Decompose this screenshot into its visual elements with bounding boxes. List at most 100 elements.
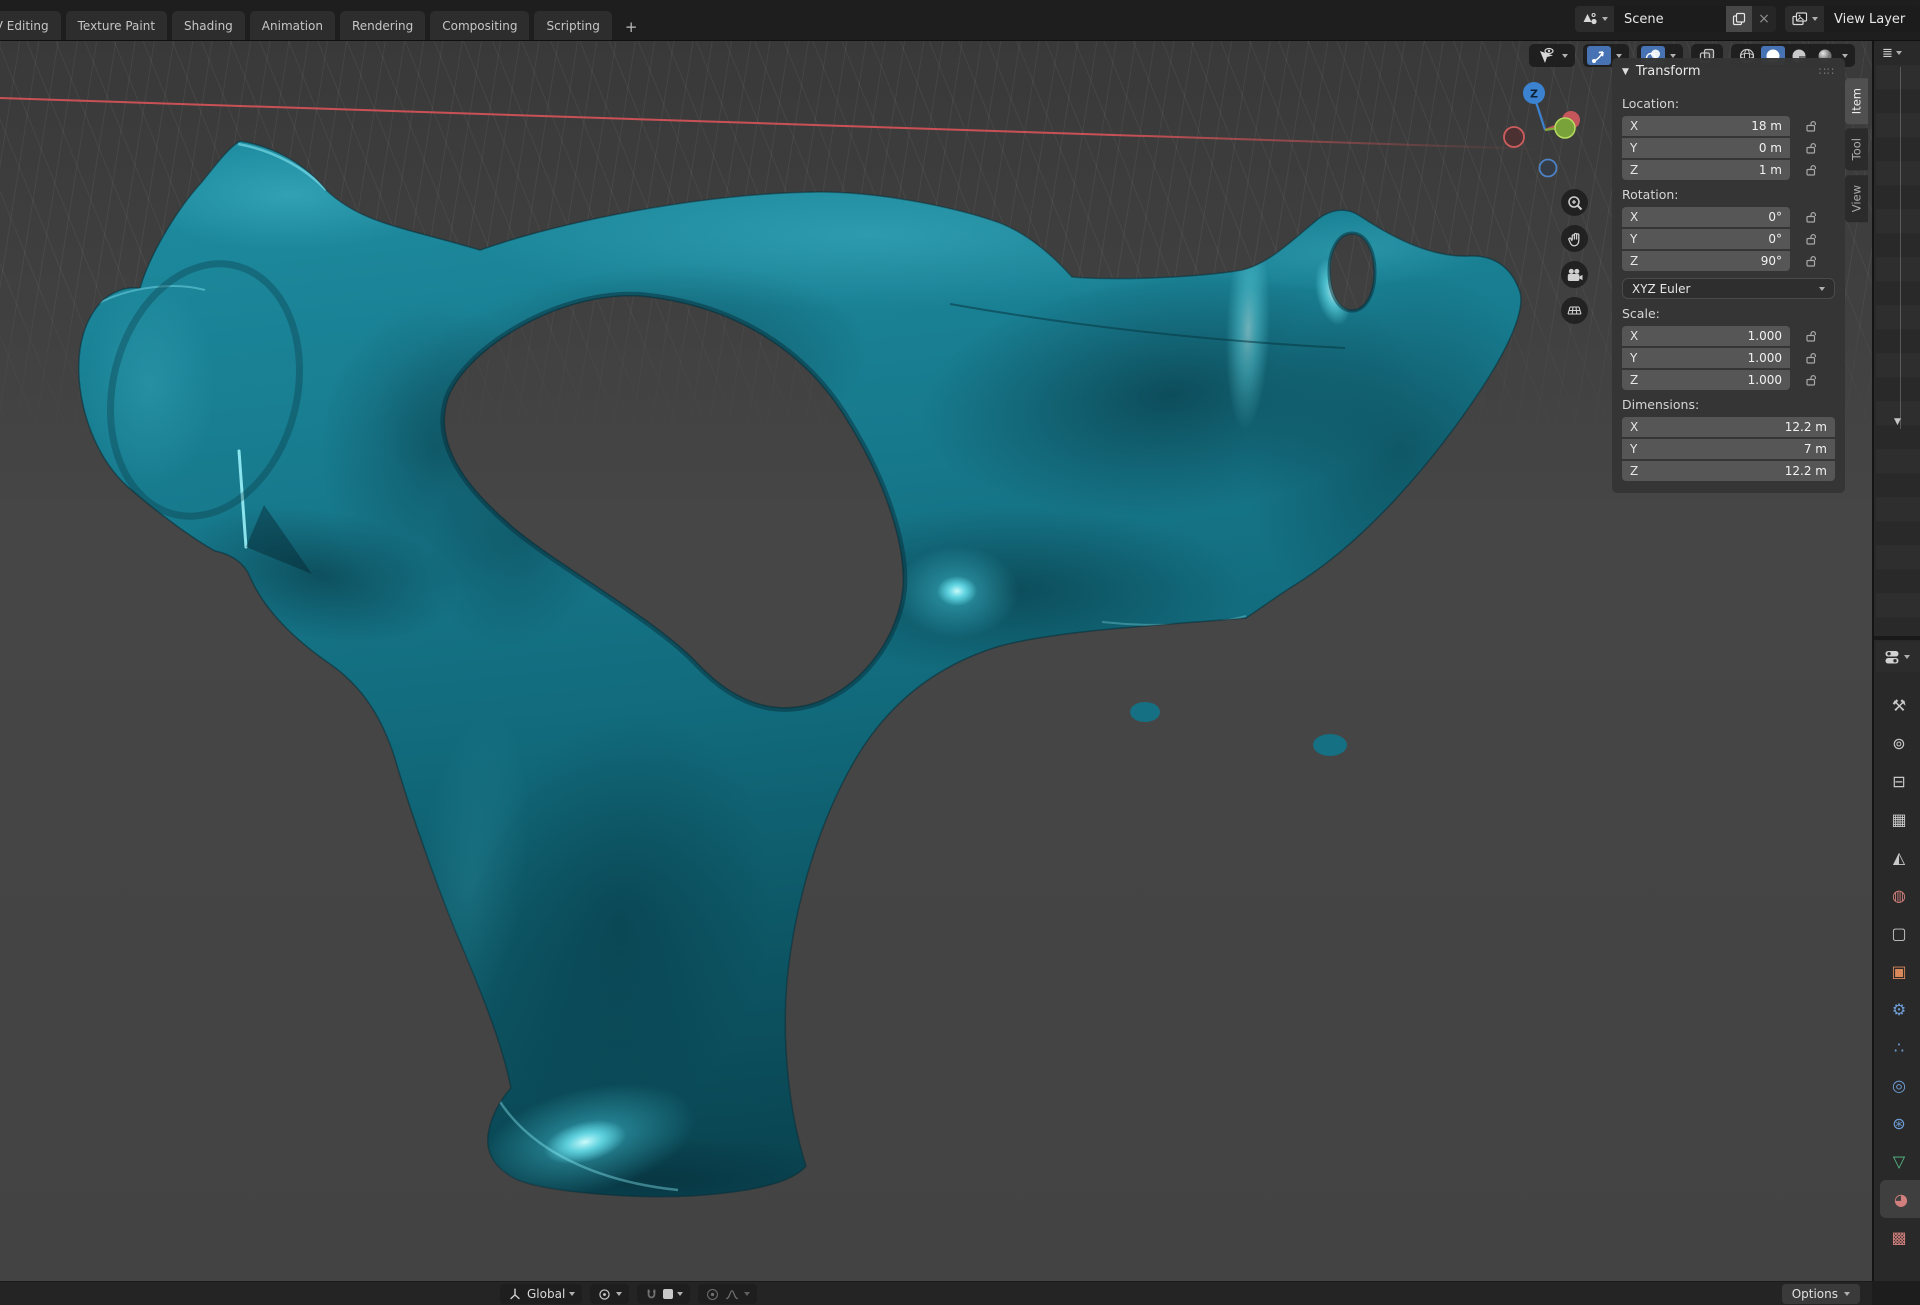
proportional-dot-icon[interactable] [705,1287,720,1302]
workspace-tab-uv-editing[interactable]: UV Editing [0,11,61,40]
scene-browse-button[interactable] [1575,6,1614,32]
properties-tab-constraints[interactable]: ⊛ [1876,1104,1920,1142]
chevron-down-icon[interactable] [1616,54,1622,58]
workspace-tab-animation[interactable]: Animation [250,11,335,40]
chevron-down-icon[interactable] [1896,51,1902,55]
properties-tab-object-data[interactable]: ▽ [1876,1142,1920,1180]
lock-scale-y-button[interactable] [1802,348,1822,368]
location-z-field[interactable]: Z 1 m [1622,160,1790,180]
chevron-down-icon[interactable] [677,1292,683,1296]
unlink-scene-button[interactable]: × [1752,6,1776,32]
workspace-tab-rendering[interactable]: Rendering [340,11,425,40]
sidebar-n-panel: ▼ Transform ∷∷ Location: X 18 m [1612,58,1870,493]
unlock-icon [1805,232,1819,246]
workspace-tab-shading[interactable]: Shading [172,11,245,40]
options-dropdown[interactable]: Options [1782,1284,1860,1304]
visibility-toggles-button[interactable] [1533,46,1557,65]
chevron-down-icon[interactable] [744,1292,750,1296]
gizmo-axis-y-positive[interactable] [1555,118,1575,138]
rotation-x-field[interactable]: X 0° [1622,207,1790,227]
navigation-gizmo[interactable]: Z [1496,77,1588,185]
snap-increment-icon[interactable] [663,1289,673,1299]
chevron-down-icon[interactable] [1904,655,1910,659]
properties-tab-output[interactable]: ⊟ [1876,762,1920,800]
chevron-down-icon[interactable] [1842,54,1848,58]
particles-icon: ∴ [1894,1038,1904,1057]
magnet-icon[interactable] [644,1287,659,1302]
lock-scale-x-button[interactable] [1802,326,1822,346]
gizmo-axis-z-negative[interactable] [1540,160,1557,177]
panel-grip-icon[interactable]: ∷∷ [1819,65,1835,78]
scale-y-field[interactable]: Y 1.000 [1622,348,1790,368]
camera-view-button[interactable] [1561,261,1588,288]
zoom-button[interactable] [1561,189,1588,216]
lock-location-x-button[interactable] [1802,116,1822,136]
object-icon: ▣ [1891,962,1906,981]
falloff-curve-icon[interactable] [724,1287,740,1302]
tab-item[interactable]: Item [1845,78,1868,124]
properties-tab-object[interactable]: ▣ [1876,952,1920,990]
properties-tab-modifiers[interactable]: ⚙ [1876,990,1920,1028]
lock-rotation-y-button[interactable] [1802,229,1822,249]
collapse-triangle-icon[interactable]: ▼ [1622,67,1629,77]
lock-rotation-x-button[interactable] [1802,207,1822,227]
dimensions-x-field[interactable]: X 12.2 m [1622,417,1835,437]
add-workspace-button[interactable]: + [617,18,646,40]
chevron-down-icon[interactable] [1670,54,1676,58]
scale-x-field[interactable]: X 1.000 [1622,326,1790,346]
workspace-tab-texture-paint[interactable]: Texture Paint [66,11,167,40]
lock-location-z-button[interactable] [1802,160,1822,180]
outliner-editor-icon[interactable]: ≣ [1882,46,1893,61]
lock-rotation-z-button[interactable] [1802,251,1822,271]
properties-tab-scene[interactable]: ◭ [1876,838,1920,876]
properties-tab-physics[interactable]: ◎ [1876,1066,1920,1104]
editor-separator[interactable] [1874,636,1920,640]
snapping-group [637,1284,690,1304]
duplicate-icon [1732,12,1746,26]
chevron-down-icon[interactable] [1562,54,1568,58]
dimensions-z-field[interactable]: Z 12.2 m [1622,461,1835,481]
workspace-tab-compositing[interactable]: Compositing [430,11,529,40]
new-scene-button[interactable] [1726,6,1752,32]
lock-scale-z-button[interactable] [1802,370,1822,390]
properties-tab-material[interactable]: ◕ [1880,1180,1920,1218]
scene-name[interactable]: Scene [1614,6,1726,32]
gizmo-axis-x-negative[interactable] [1504,127,1524,147]
dimensions-y-field[interactable]: Y 7 m [1622,439,1835,459]
properties-tab-particles[interactable]: ∴ [1876,1028,1920,1066]
toggle-perspective-button[interactable] [1561,297,1588,324]
view-layer-browse-button[interactable] [1785,6,1824,32]
n-panel-tabs: Item Tool View [1845,58,1870,493]
scale-z-field[interactable]: Z 1.000 [1622,370,1790,390]
gizmo-axis-z-positive[interactable]: Z [1523,82,1545,104]
3d-viewport[interactable]: Z [0,41,1872,1305]
pan-button[interactable] [1561,225,1588,252]
tab-tool[interactable]: Tool [1845,128,1868,170]
view-layer-name[interactable]: View Layer [1824,6,1920,32]
show-gizmo-button[interactable] [1587,46,1611,65]
mesh-data-icon: ▽ [1893,1152,1905,1171]
properties-tab-world[interactable]: ◍ [1876,876,1920,914]
workspace-tab-scripting[interactable]: Scripting [534,11,611,40]
transform-panel-header[interactable]: ▼ Transform ∷∷ [1612,58,1845,85]
properties-editor-icon[interactable] [1883,648,1901,666]
properties-tab-tool[interactable]: ⚒ [1876,686,1920,724]
outliner-rows[interactable]: ▼ [1876,65,1920,635]
model-3d-object[interactable] [0,41,1872,1281]
rotation-mode-dropdown[interactable]: XYZ Euler [1622,278,1835,299]
location-y-field[interactable]: Y 0 m [1622,138,1790,158]
tab-view[interactable]: View [1845,175,1868,222]
properties-tab-collection[interactable]: ▢ [1876,914,1920,952]
lock-location-y-button[interactable] [1802,138,1822,158]
transform-orientation-dropdown[interactable]: Global [500,1284,582,1304]
location-x-field[interactable]: X 18 m [1622,116,1790,136]
outliner-collapse-icon[interactable]: ▼ [1894,417,1901,427]
outliner-header: ≣ [1874,41,1920,65]
rotation-z-field[interactable]: Z 90° [1622,251,1790,271]
rotation-y-field[interactable]: Y 0° [1622,229,1790,249]
pivot-point-dropdown[interactable] [590,1284,629,1304]
properties-tab-view-layer[interactable]: ▦ [1876,800,1920,838]
properties-tab-texture[interactable]: ▩ [1876,1218,1920,1256]
tool-icon: ⚒ [1892,696,1906,715]
properties-tab-render[interactable]: ⊚ [1876,724,1920,762]
